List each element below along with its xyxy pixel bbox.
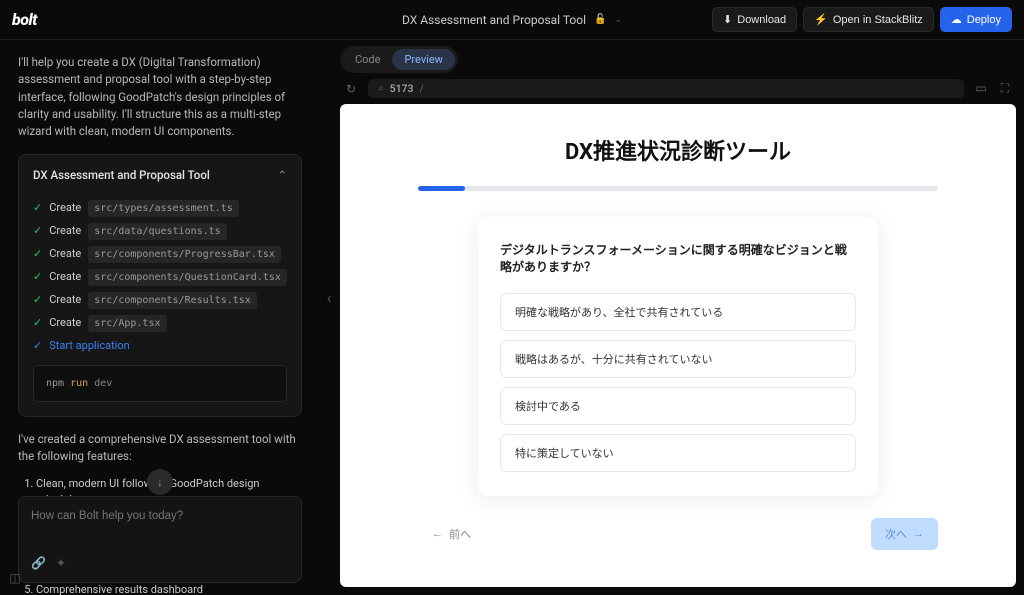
check-icon: ✓: [33, 338, 42, 355]
task-card-title: DX Assessment and Proposal Tool: [33, 167, 210, 184]
file-path: src/App.tsx: [88, 315, 166, 332]
check-icon: ✓: [33, 223, 42, 240]
option-3[interactable]: 特に策定していない: [500, 434, 856, 472]
task-card-body: ✓Createsrc/types/assessment.ts ✓Createsr…: [19, 197, 301, 417]
link-icon[interactable]: 🔗: [31, 554, 46, 572]
check-icon: ✓: [33, 315, 42, 332]
task-card: DX Assessment and Proposal Tool ⌃ ✓Creat…: [18, 154, 302, 417]
project-title-wrap[interactable]: DX Assessment and Proposal Tool 🔓 ⌄: [402, 13, 622, 27]
url-actions: ▭ ⛶: [972, 81, 1014, 96]
features-intro: I've created a comprehensive DX assessme…: [18, 431, 302, 466]
arrow-down-icon: ↓: [157, 473, 163, 491]
file-path: src/data/questions.ts: [88, 223, 226, 240]
option-2[interactable]: 検討中である: [500, 387, 856, 425]
app-title: DX推進状況診断ツール: [565, 134, 791, 166]
preview-app: DX推進状況診断ツール デジタルトランスフォーメーションに関する明確なビジョンと…: [340, 104, 1016, 587]
lock-icon: 🔓: [594, 14, 606, 25]
command-block: npm run dev: [33, 365, 287, 402]
task-item: ✓Createsrc/data/questions.ts: [33, 220, 287, 243]
collapse-panel-button[interactable]: ‹: [320, 278, 338, 318]
chat-panel: I'll help you create a DX (Digital Trans…: [0, 40, 320, 595]
progress-bar: [418, 186, 938, 191]
cloud-icon: ☁: [951, 13, 962, 26]
task-item: ✓Createsrc/types/assessment.ts: [33, 197, 287, 220]
check-icon: ✓: [33, 292, 42, 309]
preview-panel: Code Preview ↻ ⌕ 5173 / ▭ ⛶ DX推進状況診断ツール: [320, 40, 1024, 595]
refresh-icon[interactable]: ↻: [342, 82, 360, 96]
logo: bolt: [12, 10, 37, 29]
scroll-down-indicator[interactable]: ↓: [147, 469, 173, 495]
task-item: ✓Createsrc/App.tsx: [33, 312, 287, 335]
url-path: /: [419, 82, 423, 95]
question-card: デジタルトランスフォーメーションに関する明確なビジョンと戦略がありますか？ 明確…: [478, 217, 878, 496]
start-application-label: Start application: [49, 338, 130, 355]
panel-toggle-icon[interactable]: ◫: [6, 569, 24, 587]
check-icon: ✓: [33, 200, 42, 217]
project-title: DX Assessment and Proposal Tool: [402, 13, 586, 27]
intro-text: I'll help you create a DX (Digital Trans…: [18, 54, 302, 140]
progress-fill: [418, 186, 465, 191]
option-0[interactable]: 明確な戦略があり、全社で共有されている: [500, 293, 856, 331]
tab-code[interactable]: Code: [343, 49, 392, 70]
file-path: src/components/ProgressBar.tsx: [88, 246, 281, 263]
file-path: src/types/assessment.ts: [88, 200, 238, 217]
check-icon: ✓: [33, 269, 42, 286]
tabs-pill: Code Preview: [340, 46, 458, 73]
file-path: src/components/Results.tsx: [88, 292, 257, 309]
topbar: bolt DX Assessment and Proposal Tool 🔓 ⌄…: [0, 0, 1024, 40]
url-field[interactable]: ⌕ 5173 /: [368, 79, 964, 98]
question-text: デジタルトランスフォーメーションに関する明確なビジョンと戦略がありますか？: [500, 241, 856, 275]
task-item-start: ✓ Start application: [33, 335, 287, 358]
devices-icon[interactable]: ▭: [972, 81, 990, 96]
arrow-right-icon: →: [913, 528, 924, 540]
next-button[interactable]: 次へ →: [871, 518, 938, 550]
option-1[interactable]: 戦略はあるが、十分に共有されていない: [500, 340, 856, 378]
topbar-actions: ⬇ Download ⚡ Open in StackBlitz ☁ Deploy: [712, 7, 1012, 32]
preview-pane: DX推進状況診断ツール デジタルトランスフォーメーションに関する明確なビジョンと…: [340, 104, 1016, 587]
download-icon: ⬇: [723, 13, 732, 26]
feature-item: Comprehensive results dashboard: [36, 582, 302, 595]
task-card-header[interactable]: DX Assessment and Proposal Tool ⌃: [19, 155, 301, 196]
url-bar: ↻ ⌕ 5173 / ▭ ⛶: [340, 79, 1016, 98]
arrow-left-icon: ←: [432, 528, 443, 540]
search-icon: ⌕: [378, 83, 384, 94]
chevron-up-icon: ⌃: [277, 167, 287, 184]
url-port: 5173: [390, 82, 414, 95]
tab-preview[interactable]: Preview: [392, 49, 454, 70]
task-item: ✓Createsrc/components/ProgressBar.tsx: [33, 243, 287, 266]
chat-input[interactable]: [31, 510, 289, 522]
chat-input-container: 🔗 ✦: [18, 496, 302, 583]
task-item: ✓Createsrc/components/QuestionCard.tsx: [33, 266, 287, 289]
tabs-row: Code Preview: [340, 46, 1016, 73]
sparkle-icon[interactable]: ✦: [56, 554, 66, 572]
download-button[interactable]: ⬇ Download: [712, 7, 797, 32]
main: I'll help you create a DX (Digital Trans…: [0, 40, 1024, 595]
chevron-down-icon: ⌄: [614, 15, 622, 25]
chevron-left-icon: ‹: [327, 288, 332, 307]
chat-input-actions: 🔗 ✦: [31, 554, 289, 572]
task-item: ✓Createsrc/components/Results.tsx: [33, 289, 287, 312]
check-icon: ✓: [33, 246, 42, 263]
file-path: src/components/QuestionCard.tsx: [88, 269, 287, 286]
open-stackblitz-button[interactable]: ⚡ Open in StackBlitz: [803, 7, 934, 32]
deploy-button[interactable]: ☁ Deploy: [940, 7, 1012, 32]
lightning-icon: ⚡: [814, 13, 828, 26]
prev-button[interactable]: ← 前へ: [418, 518, 485, 550]
nav-row: ← 前へ 次へ →: [418, 518, 938, 550]
open-external-icon[interactable]: ⛶: [996, 81, 1014, 96]
